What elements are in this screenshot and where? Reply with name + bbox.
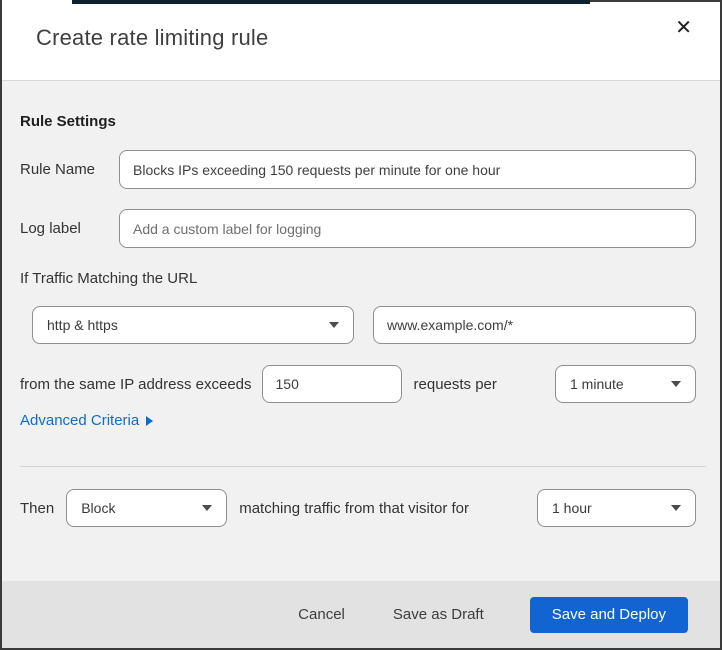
threshold-row: from the same IP address exceeds request… — [20, 365, 696, 403]
chevron-down-icon — [202, 505, 213, 511]
advanced-criteria-label: Advanced Criteria — [20, 412, 140, 429]
chevron-down-icon — [671, 505, 681, 511]
cancel-button[interactable]: Cancel — [296, 602, 347, 627]
threshold-suffix-text: requests per — [413, 375, 497, 393]
duration-select[interactable]: 1 hour — [537, 489, 696, 527]
create-rate-limiting-rule-modal: Create rate limiting rule ✕ Rule Setting… — [0, 0, 722, 650]
top-border-gap — [2, 0, 72, 2]
log-label-input[interactable] — [119, 209, 696, 248]
modal-title: Create rate limiting rule — [36, 25, 269, 50]
duration-select-value: 1 hour — [552, 500, 592, 516]
triangle-right-icon — [146, 415, 154, 426]
period-select[interactable]: 1 minute — [555, 365, 696, 403]
action-select-value: Block — [81, 500, 116, 516]
action-select[interactable]: Block — [66, 489, 228, 527]
chevron-down-icon — [671, 381, 681, 387]
chevron-down-icon — [329, 322, 339, 328]
close-button[interactable]: ✕ — [667, 12, 700, 44]
threshold-prefix-text: from the same IP address exceeds — [20, 375, 252, 393]
save-as-draft-button[interactable]: Save as Draft — [391, 602, 486, 627]
then-label: Then — [20, 499, 55, 517]
close-icon: ✕ — [675, 17, 692, 39]
rule-name-row: Rule Name — [20, 150, 696, 189]
action-middle-text: matching traffic from that visitor for — [239, 499, 470, 517]
scheme-select-value: http & https — [47, 317, 118, 333]
log-label-row: Log label — [20, 209, 696, 248]
scheme-select[interactable]: http & https — [32, 306, 354, 344]
save-and-deploy-button[interactable]: Save and Deploy — [529, 596, 688, 633]
threshold-input[interactable] — [261, 365, 402, 403]
period-select-value: 1 minute — [570, 376, 624, 392]
match-intro-text: If Traffic Matching the URL — [20, 270, 198, 287]
action-row: Then Block matching traffic from that vi… — [20, 489, 696, 527]
section-divider — [20, 466, 706, 467]
rule-name-label: Rule Name — [20, 161, 96, 178]
url-input[interactable] — [373, 306, 696, 344]
screenshot-stage: Create rate limiting rule ✕ Rule Setting… — [0, 0, 722, 650]
log-label-label: Log label — [20, 220, 81, 237]
modal-footer: Cancel Save as Draft Save and Deploy — [2, 581, 720, 648]
rule-name-input[interactable] — [119, 150, 696, 189]
advanced-criteria-link[interactable]: Advanced Criteria — [20, 412, 154, 429]
top-border-strip — [72, 0, 590, 4]
url-match-row: http & https — [20, 306, 696, 344]
section-title-rule-settings: Rule Settings — [20, 113, 116, 130]
modal-header: Create rate limiting rule ✕ — [2, 2, 720, 81]
modal-body: Rule Settings Rule Name Log label If Tra… — [2, 81, 720, 581]
